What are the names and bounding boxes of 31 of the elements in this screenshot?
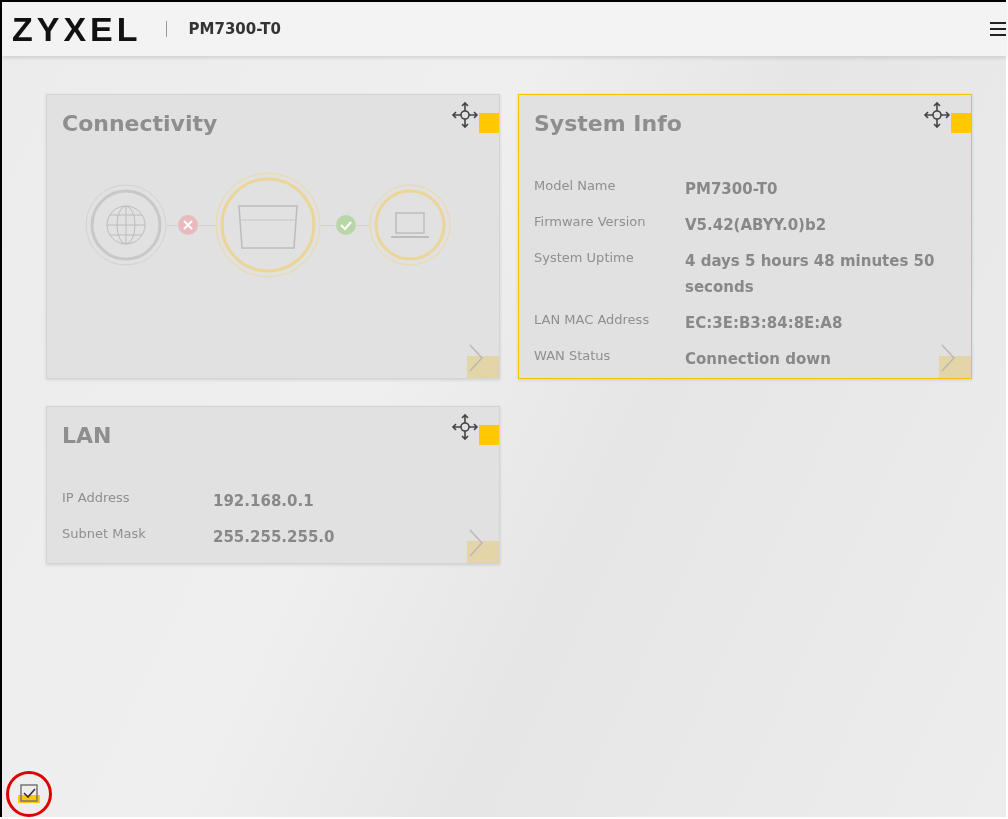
widget-title: LAN [62,423,112,448]
menu-icon[interactable] [990,20,1006,38]
field-label: Firmware Version [534,213,647,231]
field-label: Model Name [534,177,617,195]
field-label: IP Address [62,489,131,507]
field-label: LAN MAC Address [534,311,651,329]
field-value: 192.168.0.1 [213,491,314,512]
widget-title: System Info [534,111,682,136]
field-value: 255.255.255.0 [213,527,335,548]
details-tab[interactable] [939,356,971,378]
chevron-right-icon[interactable] [469,529,483,557]
move-icon[interactable] [923,101,951,129]
field-value: V5.42(ABYY.0)b2 [685,215,827,236]
move-icon[interactable] [451,413,479,441]
checkbox-icon[interactable] [18,783,40,805]
field-value: PM7300-T0 [685,179,778,200]
laptop-icon [369,184,451,266]
details-tab[interactable] [467,356,499,378]
chevron-right-icon[interactable] [941,344,955,372]
chevron-right-icon[interactable] [469,344,483,372]
model-name: PM7300-T0 [188,20,281,38]
field-value: Connection down [685,349,831,370]
move-icon[interactable] [451,101,479,129]
field-label: System Uptime [534,249,635,267]
field-value: EC:3E:B3:84:8E:A8 [685,313,843,334]
field-label: Subnet Mask [62,525,147,543]
logo: ZYXEL [12,9,142,49]
field-value: 4 days 5 hours 48 minutes 50 seconds [685,251,936,298]
widget-title: Connectivity [62,111,218,136]
field-label: WAN Status [534,347,612,365]
details-tab[interactable] [467,541,499,563]
